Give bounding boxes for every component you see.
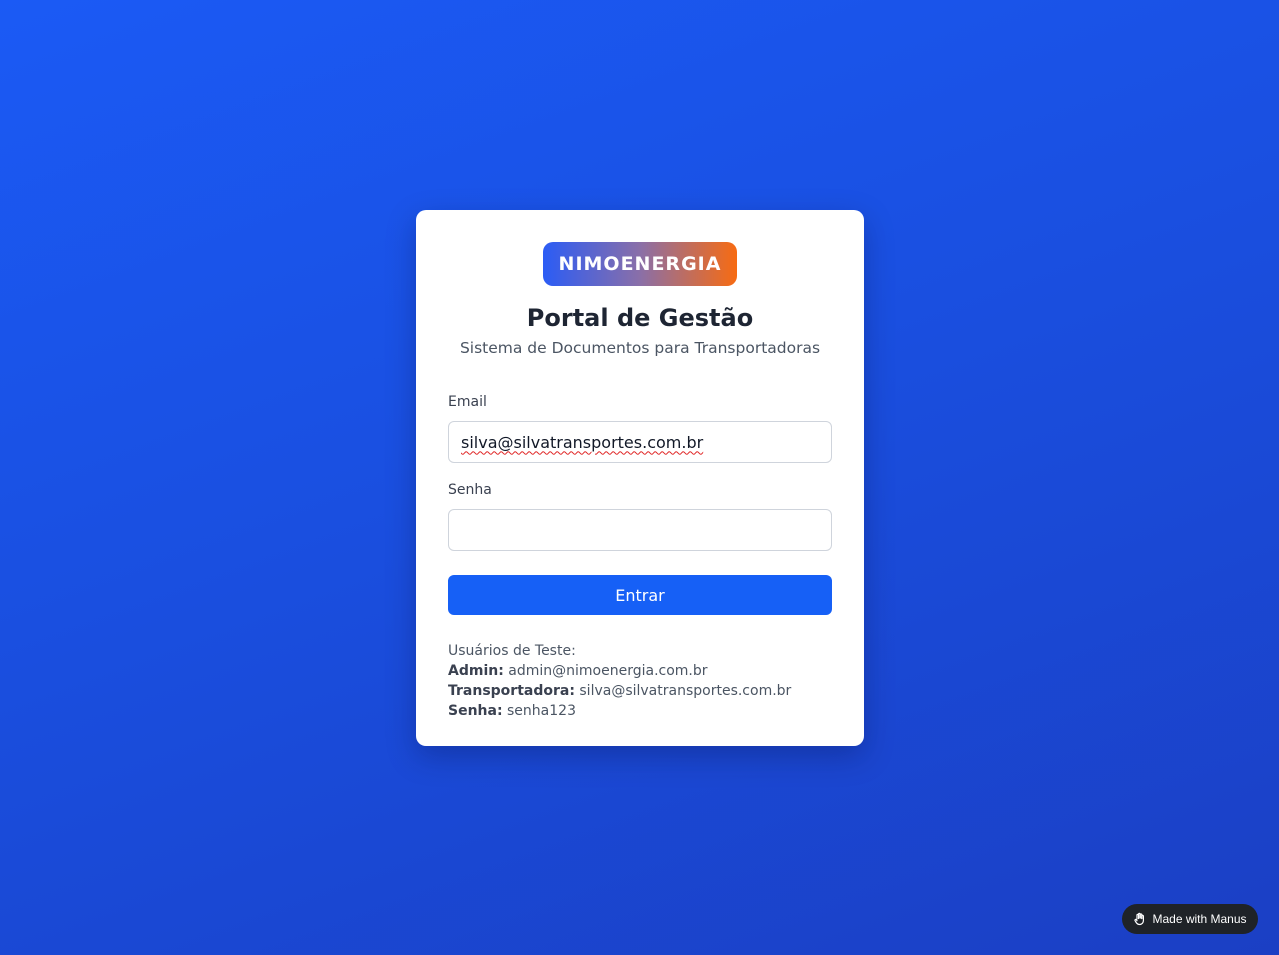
test-users-heading: Usuários de Teste: [448,643,576,659]
email-field[interactable]: silva@silvatransportes.com.br [448,421,832,463]
logo-wrap: NIMOENERGIA [448,242,832,286]
brand-logo: NIMOENERGIA [542,242,738,286]
page-title: Portal de Gestão [526,304,754,332]
carrier-email: silva@silvatransportes.com.br [579,683,792,699]
password-field[interactable] [448,509,832,551]
test-password-value: senha123 [507,703,576,719]
email-label: Email [448,394,487,410]
test-user-carrier: Transportadora: silva@silvatransportes.c… [448,681,832,701]
test-password-label: Senha: [448,703,503,719]
login-button[interactable]: Entrar [448,575,832,615]
made-with-manus-badge[interactable]: Made with Manus [1122,904,1258,934]
email-field-value: silva@silvatransportes.com.br [461,432,704,452]
test-user-admin: Admin: admin@nimoenergia.com.br [448,661,832,681]
test-users-info: Usuários de Teste: Admin: admin@nimoener… [448,641,832,721]
badge-label: Made with Manus [1152,912,1247,926]
admin-email: admin@nimoenergia.com.br [508,663,708,679]
test-user-password: Senha: senha123 [448,701,832,721]
page-subtitle: Sistema de Documentos para Transportador… [459,339,821,357]
carrier-label: Transportadora: [448,683,575,699]
login-card: NIMOENERGIA Portal de Gestão Sistema de … [416,210,864,746]
manus-hand-icon [1134,912,1145,926]
admin-label: Admin: [448,663,504,679]
password-label: Senha [448,482,492,498]
